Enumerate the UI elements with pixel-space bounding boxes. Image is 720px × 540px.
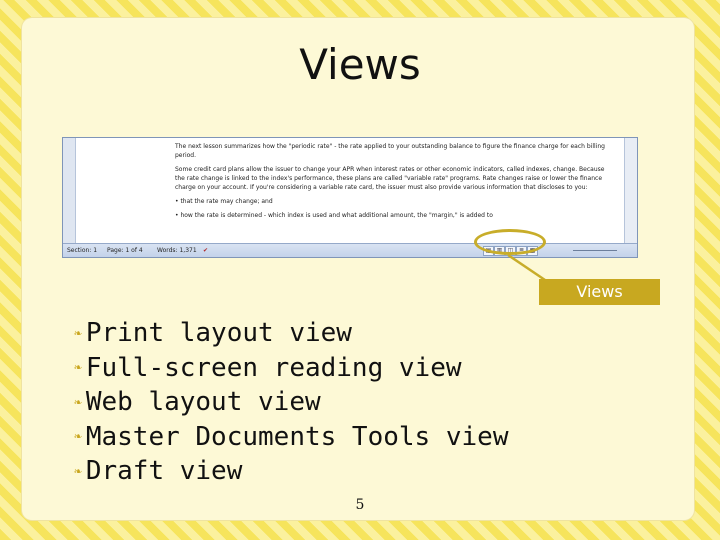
- bullet-icon: ❧: [74, 463, 82, 479]
- bullet-text: Master Documents Tools view: [85, 421, 509, 452]
- views-callout-label: Views: [539, 279, 660, 305]
- bullet-item: ❧ Print layout view: [74, 316, 508, 351]
- bullet-icon: ❧: [74, 394, 82, 410]
- bullet-item: ❧ Web layout view: [74, 385, 508, 420]
- page-number: 5: [355, 497, 365, 513]
- bullet-icon: ❧: [74, 325, 82, 341]
- bullet-icon: ❧: [74, 360, 82, 375]
- bullet-item: ❧ Draft view: [74, 454, 508, 489]
- bullet-item: ❧ Master Documents Tools view: [74, 420, 508, 455]
- bullet-list: ❧ Print layout view ❧ Full-screen reading …: [74, 316, 508, 489]
- bullet-text: Web layout view: [85, 387, 321, 417]
- bullet-text: Draft view: [85, 456, 243, 486]
- bullet-text: Print layout view: [85, 318, 352, 348]
- bullet-icon: ❧: [74, 429, 82, 444]
- bullet-item: ❧ Full-screen reading view: [74, 351, 508, 386]
- bullet-text: Full-screen reading view: [85, 352, 462, 383]
